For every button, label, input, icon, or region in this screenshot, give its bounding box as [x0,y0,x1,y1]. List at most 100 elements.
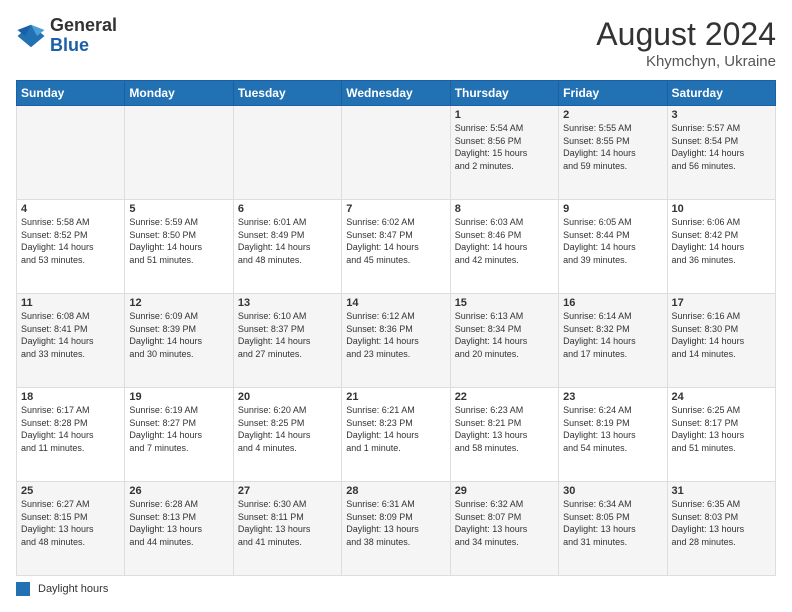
day-cell: 11Sunrise: 6:08 AM Sunset: 8:41 PM Dayli… [17,294,125,388]
day-info: Sunrise: 6:21 AM Sunset: 8:23 PM Dayligh… [346,404,445,454]
day-number: 12 [129,297,228,309]
day-cell [233,106,341,200]
col-header-sunday: Sunday [17,81,125,106]
day-number: 28 [346,485,445,497]
col-header-thursday: Thursday [450,81,558,106]
day-info: Sunrise: 6:28 AM Sunset: 8:13 PM Dayligh… [129,498,228,548]
day-info: Sunrise: 6:27 AM Sunset: 8:15 PM Dayligh… [21,498,120,548]
week-row-1: 4Sunrise: 5:58 AM Sunset: 8:52 PM Daylig… [17,200,776,294]
legend-box [16,582,30,596]
day-number: 18 [21,391,120,403]
day-cell: 20Sunrise: 6:20 AM Sunset: 8:25 PM Dayli… [233,388,341,482]
day-cell: 29Sunrise: 6:32 AM Sunset: 8:07 PM Dayli… [450,482,558,576]
day-number: 24 [672,391,771,403]
header: General Blue August 2024 Khymchyn, Ukrai… [16,16,776,70]
day-cell: 23Sunrise: 6:24 AM Sunset: 8:19 PM Dayli… [559,388,667,482]
day-number: 2 [563,109,662,121]
day-cell: 18Sunrise: 6:17 AM Sunset: 8:28 PM Dayli… [17,388,125,482]
day-cell: 30Sunrise: 6:34 AM Sunset: 8:05 PM Dayli… [559,482,667,576]
week-row-0: 1Sunrise: 5:54 AM Sunset: 8:56 PM Daylig… [17,106,776,200]
day-number: 30 [563,485,662,497]
day-cell: 9Sunrise: 6:05 AM Sunset: 8:44 PM Daylig… [559,200,667,294]
col-header-friday: Friday [559,81,667,106]
day-info: Sunrise: 6:30 AM Sunset: 8:11 PM Dayligh… [238,498,337,548]
day-cell: 27Sunrise: 6:30 AM Sunset: 8:11 PM Dayli… [233,482,341,576]
day-info: Sunrise: 5:59 AM Sunset: 8:50 PM Dayligh… [129,216,228,266]
day-cell [125,106,233,200]
day-info: Sunrise: 5:55 AM Sunset: 8:55 PM Dayligh… [563,122,662,172]
day-info: Sunrise: 6:14 AM Sunset: 8:32 PM Dayligh… [563,310,662,360]
day-info: Sunrise: 5:57 AM Sunset: 8:54 PM Dayligh… [672,122,771,172]
footer: Daylight hours [16,582,776,596]
day-cell: 13Sunrise: 6:10 AM Sunset: 8:37 PM Dayli… [233,294,341,388]
day-info: Sunrise: 6:25 AM Sunset: 8:17 PM Dayligh… [672,404,771,454]
logo-general: General [50,16,117,36]
col-header-saturday: Saturday [667,81,775,106]
day-info: Sunrise: 6:24 AM Sunset: 8:19 PM Dayligh… [563,404,662,454]
day-number: 8 [455,203,554,215]
day-cell: 19Sunrise: 6:19 AM Sunset: 8:27 PM Dayli… [125,388,233,482]
day-cell: 21Sunrise: 6:21 AM Sunset: 8:23 PM Dayli… [342,388,450,482]
day-info: Sunrise: 5:54 AM Sunset: 8:56 PM Dayligh… [455,122,554,172]
day-info: Sunrise: 6:09 AM Sunset: 8:39 PM Dayligh… [129,310,228,360]
day-cell: 25Sunrise: 6:27 AM Sunset: 8:15 PM Dayli… [17,482,125,576]
day-info: Sunrise: 6:12 AM Sunset: 8:36 PM Dayligh… [346,310,445,360]
day-number: 25 [21,485,120,497]
day-info: Sunrise: 6:03 AM Sunset: 8:46 PM Dayligh… [455,216,554,266]
day-info: Sunrise: 6:02 AM Sunset: 8:47 PM Dayligh… [346,216,445,266]
day-number: 1 [455,109,554,121]
day-number: 13 [238,297,337,309]
legend-text: Daylight hours [38,583,108,595]
day-info: Sunrise: 6:20 AM Sunset: 8:25 PM Dayligh… [238,404,337,454]
day-number: 16 [563,297,662,309]
day-cell [17,106,125,200]
day-info: Sunrise: 6:16 AM Sunset: 8:30 PM Dayligh… [672,310,771,360]
day-info: Sunrise: 6:17 AM Sunset: 8:28 PM Dayligh… [21,404,120,454]
day-info: Sunrise: 6:32 AM Sunset: 8:07 PM Dayligh… [455,498,554,548]
day-cell: 14Sunrise: 6:12 AM Sunset: 8:36 PM Dayli… [342,294,450,388]
day-info: Sunrise: 6:06 AM Sunset: 8:42 PM Dayligh… [672,216,771,266]
day-info: Sunrise: 6:01 AM Sunset: 8:49 PM Dayligh… [238,216,337,266]
day-cell: 28Sunrise: 6:31 AM Sunset: 8:09 PM Dayli… [342,482,450,576]
page: General Blue August 2024 Khymchyn, Ukrai… [0,0,792,612]
week-row-2: 11Sunrise: 6:08 AM Sunset: 8:41 PM Dayli… [17,294,776,388]
day-cell: 2Sunrise: 5:55 AM Sunset: 8:55 PM Daylig… [559,106,667,200]
day-info: Sunrise: 6:31 AM Sunset: 8:09 PM Dayligh… [346,498,445,548]
header-row: SundayMondayTuesdayWednesdayThursdayFrid… [17,81,776,106]
title-block: August 2024 Khymchyn, Ukraine [596,16,776,70]
col-header-monday: Monday [125,81,233,106]
day-number: 4 [21,203,120,215]
day-number: 11 [21,297,120,309]
day-info: Sunrise: 6:35 AM Sunset: 8:03 PM Dayligh… [672,498,771,548]
day-number: 5 [129,203,228,215]
day-number: 9 [563,203,662,215]
day-cell: 7Sunrise: 6:02 AM Sunset: 8:47 PM Daylig… [342,200,450,294]
logo-blue: Blue [50,36,117,56]
day-number: 6 [238,203,337,215]
day-number: 26 [129,485,228,497]
day-cell: 26Sunrise: 6:28 AM Sunset: 8:13 PM Dayli… [125,482,233,576]
subtitle: Khymchyn, Ukraine [596,53,776,70]
day-info: Sunrise: 5:58 AM Sunset: 8:52 PM Dayligh… [21,216,120,266]
day-cell: 3Sunrise: 5:57 AM Sunset: 8:54 PM Daylig… [667,106,775,200]
day-number: 3 [672,109,771,121]
col-header-wednesday: Wednesday [342,81,450,106]
day-cell: 10Sunrise: 6:06 AM Sunset: 8:42 PM Dayli… [667,200,775,294]
day-number: 23 [563,391,662,403]
day-number: 27 [238,485,337,497]
day-cell: 24Sunrise: 6:25 AM Sunset: 8:17 PM Dayli… [667,388,775,482]
day-cell: 17Sunrise: 6:16 AM Sunset: 8:30 PM Dayli… [667,294,775,388]
day-cell: 15Sunrise: 6:13 AM Sunset: 8:34 PM Dayli… [450,294,558,388]
day-number: 15 [455,297,554,309]
day-info: Sunrise: 6:05 AM Sunset: 8:44 PM Dayligh… [563,216,662,266]
week-row-4: 25Sunrise: 6:27 AM Sunset: 8:15 PM Dayli… [17,482,776,576]
logo-icon [16,21,46,51]
day-cell: 5Sunrise: 5:59 AM Sunset: 8:50 PM Daylig… [125,200,233,294]
day-number: 14 [346,297,445,309]
day-number: 10 [672,203,771,215]
day-number: 19 [129,391,228,403]
day-cell: 8Sunrise: 6:03 AM Sunset: 8:46 PM Daylig… [450,200,558,294]
day-cell: 6Sunrise: 6:01 AM Sunset: 8:49 PM Daylig… [233,200,341,294]
day-info: Sunrise: 6:23 AM Sunset: 8:21 PM Dayligh… [455,404,554,454]
day-cell: 31Sunrise: 6:35 AM Sunset: 8:03 PM Dayli… [667,482,775,576]
